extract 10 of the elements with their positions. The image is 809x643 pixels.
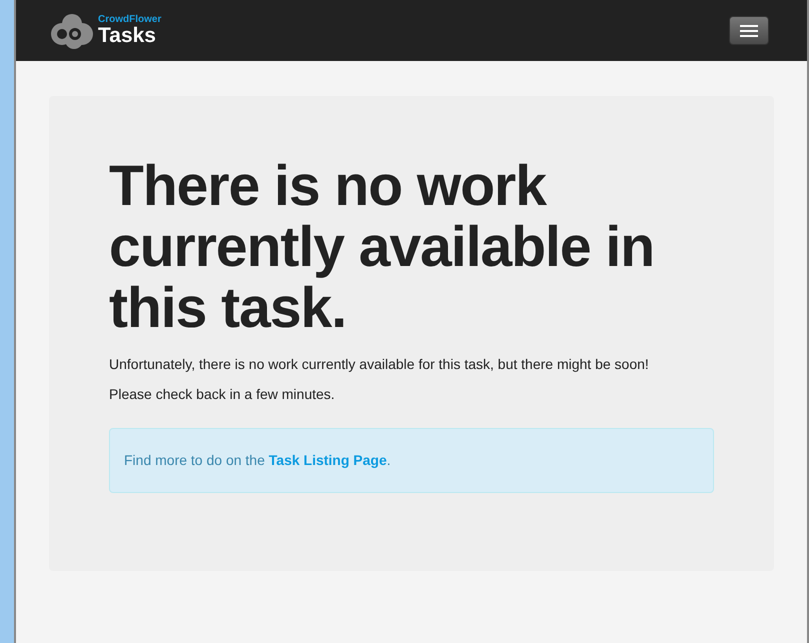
info-text: Find more to do on the Task Listing Page.	[124, 451, 391, 470]
page-heading: There is no work currently available in this task.	[109, 156, 656, 339]
menu-icon	[740, 24, 758, 36]
task-listing-link[interactable]: Task Listing Page	[268, 452, 387, 468]
message-text: Please check back in a few minutes.	[109, 385, 336, 404]
brand-subtitle: CrowdFlower	[98, 14, 162, 24]
menu-button[interactable]	[729, 16, 769, 45]
message-text: Unfortunately, there is no work currently available for this task, but there might be soon!	[109, 355, 650, 374]
brand-title: Tasks	[98, 24, 157, 46]
flower-logo-icon	[48, 12, 94, 50]
